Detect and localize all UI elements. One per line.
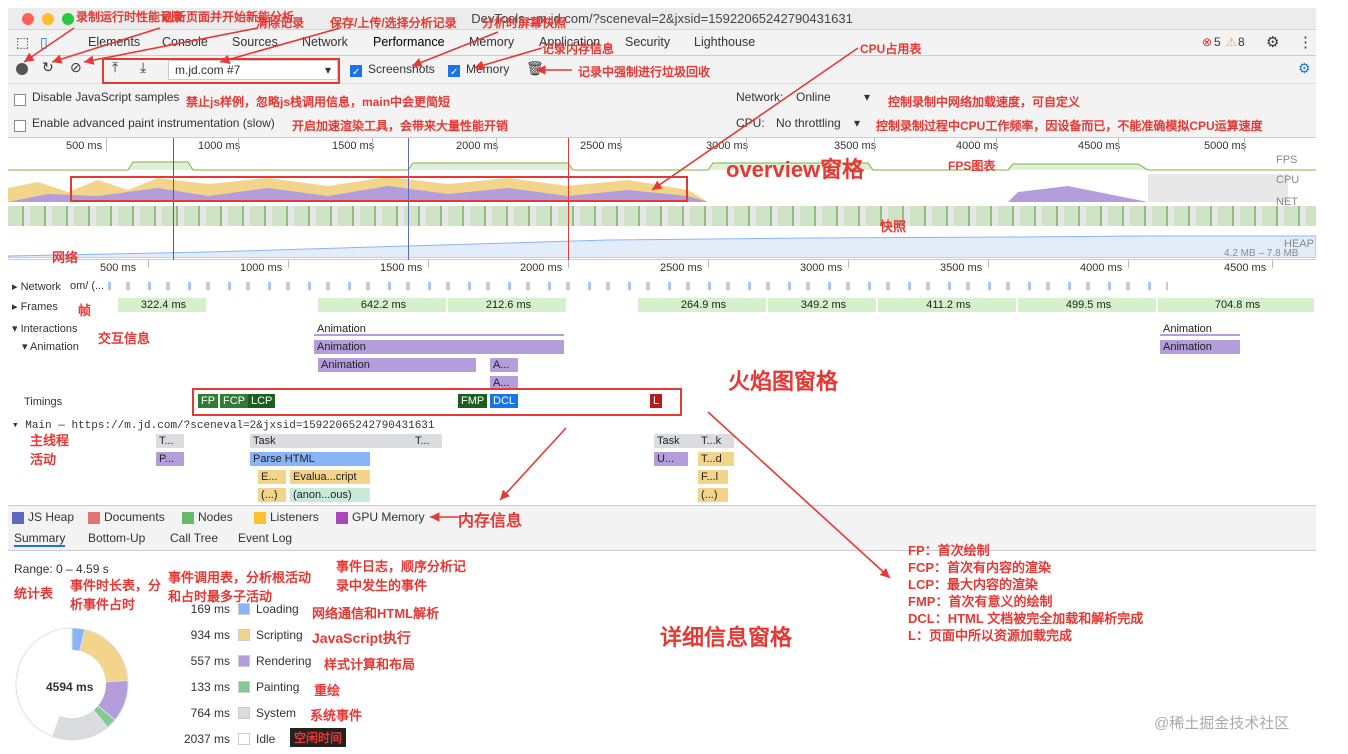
devtools-screenshot: DevTools - m.jd.com/?sceneval=2&jxsid=15… <box>0 0 1348 754</box>
annotation-arrows <box>23 27 891 579</box>
